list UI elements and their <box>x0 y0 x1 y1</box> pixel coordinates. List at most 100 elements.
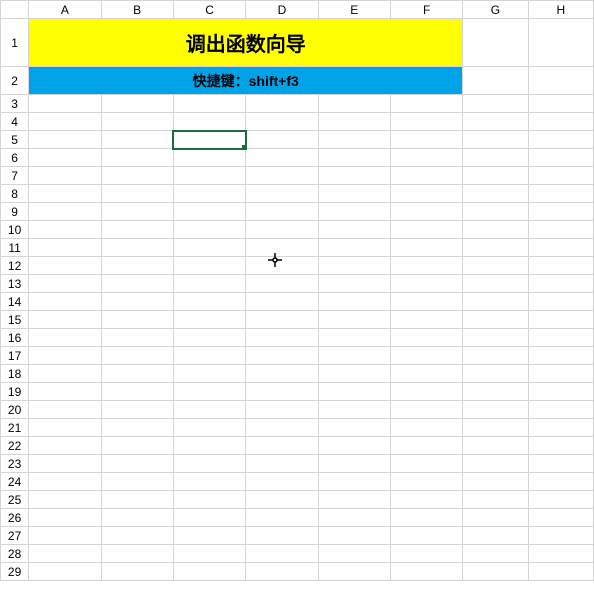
cell-B16[interactable] <box>101 329 173 347</box>
cell-H5[interactable] <box>528 131 593 149</box>
cell-H18[interactable] <box>528 365 593 383</box>
row-header-19[interactable]: 19 <box>1 383 29 401</box>
cell-A22[interactable] <box>29 437 101 455</box>
row-header-14[interactable]: 14 <box>1 293 29 311</box>
cell-H16[interactable] <box>528 329 593 347</box>
col-header-C[interactable]: C <box>173 1 245 19</box>
cell-H19[interactable] <box>528 383 593 401</box>
row-header-9[interactable]: 9 <box>1 203 29 221</box>
cell-H15[interactable] <box>528 311 593 329</box>
cell-C14[interactable] <box>173 293 245 311</box>
cell-C25[interactable] <box>173 491 245 509</box>
cell-D26[interactable] <box>246 509 318 527</box>
cell-H7[interactable] <box>528 167 593 185</box>
cell-H6[interactable] <box>528 149 593 167</box>
cell-C3[interactable] <box>173 95 245 113</box>
row-header-13[interactable]: 13 <box>1 275 29 293</box>
cell-B11[interactable] <box>101 239 173 257</box>
cell-H1[interactable] <box>528 19 593 67</box>
cell-C4[interactable] <box>173 113 245 131</box>
cell-E28[interactable] <box>318 545 390 563</box>
cell-B13[interactable] <box>101 275 173 293</box>
cell-B20[interactable] <box>101 401 173 419</box>
cell-C26[interactable] <box>173 509 245 527</box>
row-header-28[interactable]: 28 <box>1 545 29 563</box>
cell-H29[interactable] <box>528 563 593 581</box>
cell-E12[interactable] <box>318 257 390 275</box>
col-header-H[interactable]: H <box>528 1 593 19</box>
row-header-18[interactable]: 18 <box>1 365 29 383</box>
row-header-3[interactable]: 3 <box>1 95 29 113</box>
cell-H25[interactable] <box>528 491 593 509</box>
cell-B6[interactable] <box>101 149 173 167</box>
cell-D16[interactable] <box>246 329 318 347</box>
cell-B10[interactable] <box>101 221 173 239</box>
cell-B12[interactable] <box>101 257 173 275</box>
cell-C15[interactable] <box>173 311 245 329</box>
cell-D23[interactable] <box>246 455 318 473</box>
cell-C28[interactable] <box>173 545 245 563</box>
col-header-D[interactable]: D <box>246 1 318 19</box>
cell-G5[interactable] <box>463 131 528 149</box>
cell-B28[interactable] <box>101 545 173 563</box>
cell-E21[interactable] <box>318 419 390 437</box>
cell-F27[interactable] <box>390 527 462 545</box>
cell-B23[interactable] <box>101 455 173 473</box>
cell-F4[interactable] <box>390 113 462 131</box>
cell-D18[interactable] <box>246 365 318 383</box>
cell-E25[interactable] <box>318 491 390 509</box>
cell-G26[interactable] <box>463 509 528 527</box>
grid-table[interactable]: A B C D E F G H 1 调出函数向导 2 快捷键：shift+f3 <box>0 0 594 581</box>
cell-F9[interactable] <box>390 203 462 221</box>
cell-E23[interactable] <box>318 455 390 473</box>
row-header-16[interactable]: 16 <box>1 329 29 347</box>
cell-C8[interactable] <box>173 185 245 203</box>
cell-E22[interactable] <box>318 437 390 455</box>
cell-G27[interactable] <box>463 527 528 545</box>
cell-F28[interactable] <box>390 545 462 563</box>
cell-D15[interactable] <box>246 311 318 329</box>
cell-G22[interactable] <box>463 437 528 455</box>
cell-D17[interactable] <box>246 347 318 365</box>
cell-E10[interactable] <box>318 221 390 239</box>
cell-H13[interactable] <box>528 275 593 293</box>
cell-B18[interactable] <box>101 365 173 383</box>
cell-B21[interactable] <box>101 419 173 437</box>
row-header-4[interactable]: 4 <box>1 113 29 131</box>
cell-E11[interactable] <box>318 239 390 257</box>
cell-E17[interactable] <box>318 347 390 365</box>
cell-C17[interactable] <box>173 347 245 365</box>
cell-D12[interactable] <box>246 257 318 275</box>
cell-F17[interactable] <box>390 347 462 365</box>
cell-G9[interactable] <box>463 203 528 221</box>
cell-E29[interactable] <box>318 563 390 581</box>
cell-E15[interactable] <box>318 311 390 329</box>
cell-B5[interactable] <box>101 131 173 149</box>
cell-A25[interactable] <box>29 491 101 509</box>
cell-A12[interactable] <box>29 257 101 275</box>
cell-D29[interactable] <box>246 563 318 581</box>
cell-F11[interactable] <box>390 239 462 257</box>
cell-B22[interactable] <box>101 437 173 455</box>
cell-A3[interactable] <box>29 95 101 113</box>
row-header-26[interactable]: 26 <box>1 509 29 527</box>
cell-E5[interactable] <box>318 131 390 149</box>
cell-D21[interactable] <box>246 419 318 437</box>
cell-G25[interactable] <box>463 491 528 509</box>
cell-C6[interactable] <box>173 149 245 167</box>
cell-F25[interactable] <box>390 491 462 509</box>
cell-H3[interactable] <box>528 95 593 113</box>
cell-E8[interactable] <box>318 185 390 203</box>
col-header-A[interactable]: A <box>29 1 101 19</box>
cell-A7[interactable] <box>29 167 101 185</box>
cell-B3[interactable] <box>101 95 173 113</box>
cell-E27[interactable] <box>318 527 390 545</box>
cell-H4[interactable] <box>528 113 593 131</box>
cell-A17[interactable] <box>29 347 101 365</box>
cell-G23[interactable] <box>463 455 528 473</box>
cell-C11[interactable] <box>173 239 245 257</box>
row-header-22[interactable]: 22 <box>1 437 29 455</box>
cell-F20[interactable] <box>390 401 462 419</box>
cell-F5[interactable] <box>390 131 462 149</box>
cell-G29[interactable] <box>463 563 528 581</box>
